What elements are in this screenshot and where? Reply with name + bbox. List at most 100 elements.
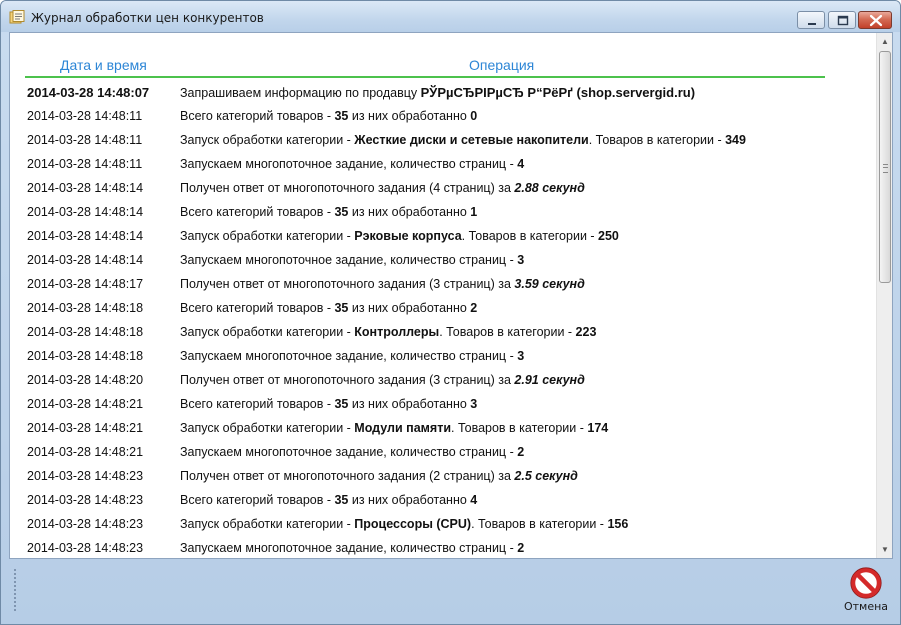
table-row[interactable]: 2014-03-28 14:48:17 Получен ответ от мног…: [10, 273, 870, 297]
table-row[interactable]: 2014-03-28 14:48:23 Запускаем многопоточн…: [10, 537, 870, 558]
table-row[interactable]: 2014-03-28 14:48:20 Получен ответ от мног…: [10, 369, 870, 393]
table-row[interactable]: 2014-03-28 14:48:14 Всего категорий товар…: [10, 201, 870, 225]
row-operation-text: Запускаем многопоточное задание, количес…: [180, 541, 518, 555]
table-row[interactable]: 2014-03-28 14:48:21 Запуск обработки кате…: [10, 417, 870, 441]
table-row[interactable]: 2014-03-28 14:48:23 Всего категорий товар…: [10, 489, 870, 513]
row-operation-text: Всего категорий товаров -: [180, 109, 335, 123]
row-operation-highlight: 3: [517, 349, 525, 363]
row-operation: Всего категорий товаров - 35 из них обра…: [180, 205, 477, 219]
row-datetime: 2014-03-28 14:48:23: [27, 541, 144, 555]
log-list[interactable]: Дата и время Операция 2014-03-28 14:48:0…: [10, 33, 876, 558]
row-operation-highlight: 1: [470, 205, 478, 219]
header-divider: [25, 76, 825, 78]
row-operation: Запускаем многопоточное задание, количес…: [180, 445, 524, 459]
row-operation-text: Запуск обработки категории -: [180, 421, 355, 435]
table-row[interactable]: 2014-03-28 14:48:18 Запуск обработки кате…: [10, 321, 870, 345]
row-operation: Запрашиваем информацию по продавцу РЎРµС…: [180, 85, 695, 100]
row-operation-text: Запуск обработки категории -: [180, 325, 355, 339]
table-row[interactable]: 2014-03-28 14:48:07 Запрашиваем информаци…: [10, 81, 870, 105]
table-row[interactable]: 2014-03-28 14:48:21 Запускаем многопоточн…: [10, 441, 870, 465]
row-operation: Запускаем многопоточное задание, количес…: [180, 157, 524, 171]
row-datetime: 2014-03-28 14:48:18: [27, 325, 144, 339]
row-operation: Запуск обработки категории - Контроллеры…: [180, 325, 596, 339]
close-icon: [869, 14, 883, 27]
scroll-down-arrow-icon[interactable]: ▼: [877, 541, 893, 558]
log-document-icon: [9, 10, 25, 24]
scrollbar-thumb[interactable]: [879, 51, 891, 283]
row-operation: Всего категорий товаров - 35 из них обра…: [180, 397, 477, 411]
row-operation-highlight: 4: [517, 157, 525, 171]
scroll-up-arrow-icon[interactable]: ▲: [877, 33, 893, 50]
table-row[interactable]: 2014-03-28 14:48:23 Получен ответ от мног…: [10, 465, 870, 489]
row-operation-text: . Товаров в категории -: [439, 325, 576, 339]
close-button[interactable]: [858, 11, 892, 29]
row-operation: Запускаем многопоточное задание, количес…: [180, 349, 524, 363]
table-row[interactable]: 2014-03-28 14:48:11 Всего категорий товар…: [10, 105, 870, 129]
table-row[interactable]: 2014-03-28 14:48:18 Всего категорий товар…: [10, 297, 870, 321]
row-datetime: 2014-03-28 14:48:14: [27, 205, 144, 219]
row-datetime: 2014-03-28 14:48:18: [27, 301, 144, 315]
title-bar[interactable]: Журнал обработки цен конкурентов: [1, 1, 900, 32]
row-operation-highlight: 35: [334, 493, 349, 507]
toolbar-grip-handle[interactable]: [14, 569, 18, 611]
cancel-button[interactable]: Отмена: [841, 567, 891, 617]
row-operation-highlight: 0: [470, 109, 478, 123]
row-datetime: 2014-03-28 14:48:23: [27, 469, 144, 483]
row-operation-highlight: 156: [607, 517, 629, 531]
row-operation-highlight: Жесткие диски и сетевые накопители: [354, 133, 589, 147]
row-operation-text: из них обработанно: [348, 397, 471, 411]
row-datetime: 2014-03-28 14:48:11: [27, 157, 143, 171]
minimize-button[interactable]: [797, 11, 825, 29]
row-operation-text: Запуск обработки категории -: [180, 517, 355, 531]
row-datetime: 2014-03-28 14:48:14: [27, 181, 144, 195]
row-operation-text: из них обработанно: [348, 205, 471, 219]
row-operation-highlight: 3: [517, 253, 525, 267]
table-row[interactable]: 2014-03-28 14:48:14 Получен ответ от мног…: [10, 177, 870, 201]
table-row[interactable]: 2014-03-28 14:48:18 Запускаем многопоточн…: [10, 345, 870, 369]
row-operation-text: Запуск обработки категории -: [180, 133, 355, 147]
row-operation-highlight: Модули памяти: [354, 421, 452, 435]
grip-icon: [883, 164, 888, 173]
table-row[interactable]: 2014-03-28 14:48:21 Всего категорий товар…: [10, 393, 870, 417]
table-row[interactable]: 2014-03-28 14:48:14 Запуск обработки кате…: [10, 225, 870, 249]
row-datetime: 2014-03-28 14:48:17: [27, 277, 144, 291]
row-operation-highlight: 35: [334, 109, 349, 123]
row-operation-highlight: 2: [470, 301, 478, 315]
table-row[interactable]: 2014-03-28 14:48:14 Запускаем многопоточн…: [10, 249, 870, 273]
row-operation: Запуск обработки категории - Модули памя…: [180, 421, 608, 435]
row-datetime: 2014-03-28 14:48:23: [27, 493, 144, 507]
row-operation: Получен ответ от многопоточного задания …: [180, 373, 585, 387]
table-row[interactable]: 2014-03-28 14:48:23 Запуск обработки кате…: [10, 513, 870, 537]
vertical-scrollbar[interactable]: ▲ ▼: [876, 33, 892, 558]
row-operation-text: Запрашиваем информацию по продавцу: [180, 86, 421, 100]
table-row[interactable]: 2014-03-28 14:48:11 Запуск обработки кате…: [10, 129, 870, 153]
row-operation-text: . Товаров в категории -: [451, 421, 588, 435]
cancel-stop-icon: [850, 567, 882, 599]
row-operation-text: Всего категорий товаров -: [180, 301, 335, 315]
row-operation-text: Запуск обработки категории -: [180, 229, 355, 243]
column-header-date[interactable]: Дата и время: [60, 57, 147, 73]
minimize-icon: [808, 23, 816, 25]
row-operation: Запускаем многопоточное задание, количес…: [180, 253, 524, 267]
app-window: Журнал обработки цен конкурентов Дата и …: [0, 0, 901, 625]
row-datetime: 2014-03-28 14:48:14: [27, 229, 144, 243]
row-operation: Всего категорий товаров - 35 из них обра…: [180, 493, 477, 507]
row-operation-text: Получен ответ от многопоточного задания …: [180, 277, 515, 291]
row-operation-text: . Товаров в категории -: [461, 229, 599, 243]
row-operation-highlight: Рэковые корпуса: [354, 229, 462, 243]
row-operation: Запуск обработки категории - Жесткие дис…: [180, 133, 746, 147]
row-operation-text: из них обработанно: [348, 493, 471, 507]
row-operation-text: Запускаем многопоточное задание, количес…: [180, 253, 518, 267]
row-operation-text: Всего категорий товаров -: [180, 493, 335, 507]
column-header-operation[interactable]: Операция: [469, 57, 534, 73]
table-row[interactable]: 2014-03-28 14:48:11 Запускаем многопоточн…: [10, 153, 870, 177]
row-datetime: 2014-03-28 14:48:07: [27, 85, 150, 100]
row-datetime: 2014-03-28 14:48:21: [27, 397, 144, 411]
row-datetime: 2014-03-28 14:48:23: [27, 517, 144, 531]
cancel-label: Отмена: [843, 600, 889, 613]
maximize-button[interactable]: [828, 11, 856, 29]
row-datetime: 2014-03-28 14:48:20: [27, 373, 144, 387]
row-operation: Получен ответ от многопоточного задания …: [180, 469, 578, 483]
row-operation: Запуск обработки категории - Рэковые кор…: [180, 229, 619, 243]
row-datetime: 2014-03-28 14:48:14: [27, 253, 144, 267]
